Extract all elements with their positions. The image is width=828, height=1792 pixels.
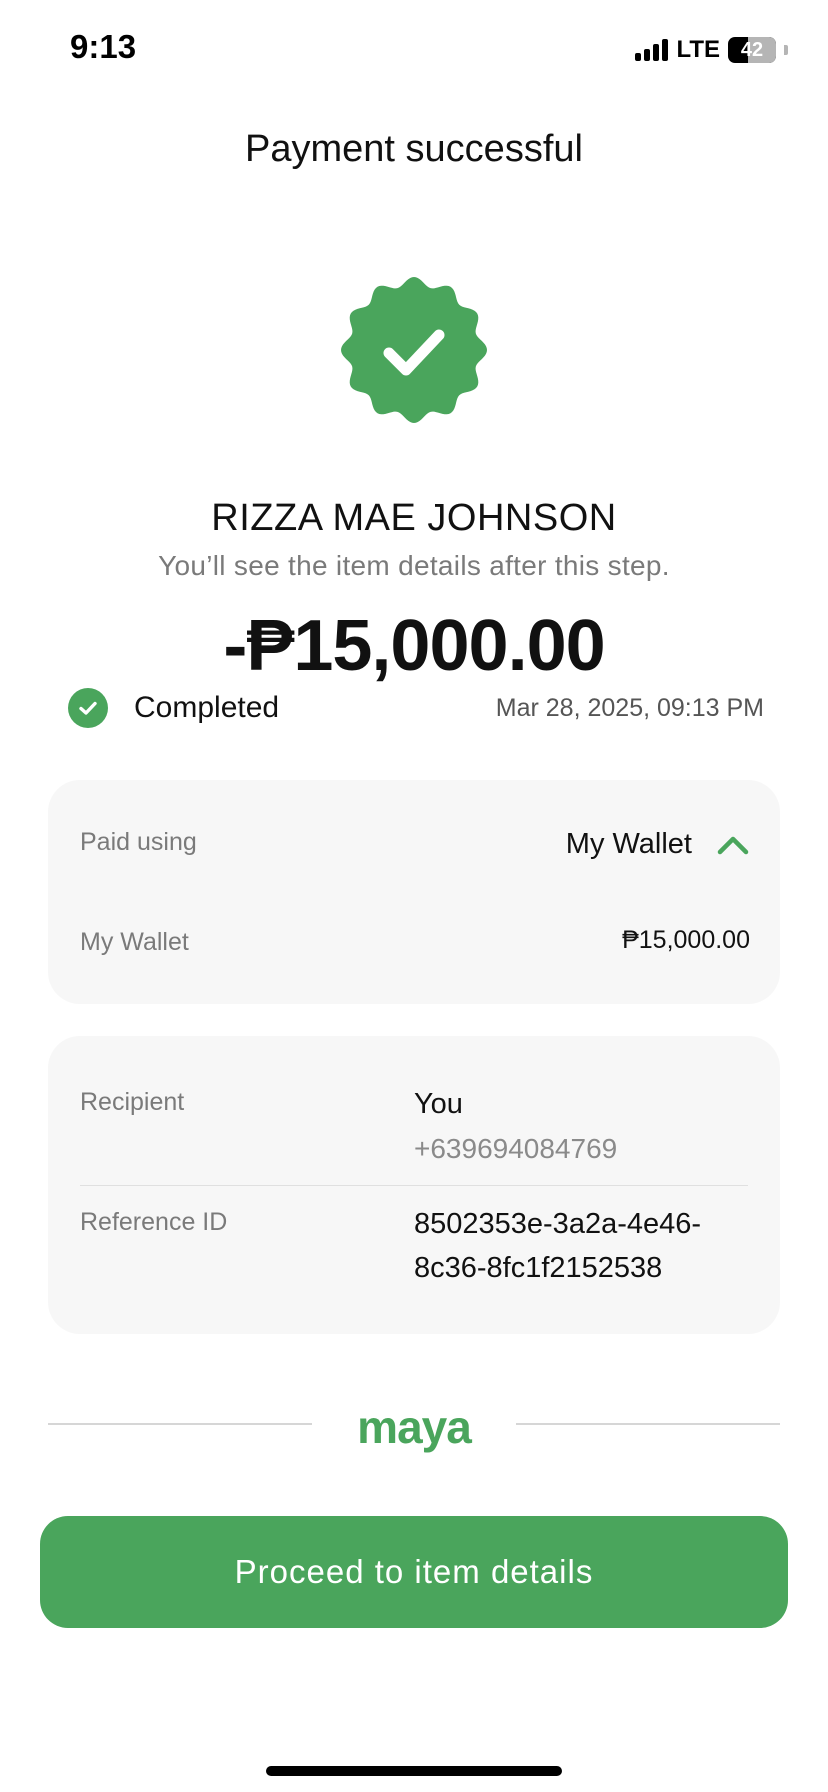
check-circle-icon	[68, 688, 108, 728]
verified-check-badge-icon	[341, 277, 487, 423]
recipient-label: Recipient	[80, 1088, 185, 1116]
brand-divider: maya	[48, 1400, 780, 1453]
recipient-name: You	[414, 1088, 463, 1120]
wallet-source-label: My Wallet	[80, 928, 189, 956]
paid-using-value: My Wallet	[565, 828, 692, 860]
payee-name: RIZZA MAE JOHNSON	[211, 497, 617, 539]
wallet-source-amount: ₱15,000.00	[622, 926, 750, 954]
info-hint: You’ll see the item details after this s…	[158, 550, 670, 581]
recipient-number: +639694084769	[414, 1133, 618, 1164]
payment-breakdown-toggle[interactable]: My Wallet	[566, 828, 750, 861]
signal-icon	[635, 39, 669, 61]
divider-line-right	[516, 1423, 780, 1425]
paid-using-label: Paid using	[80, 828, 197, 856]
battery-icon: 42	[728, 37, 776, 63]
transaction-amount: -₱15,000.00	[223, 606, 605, 686]
battery-tip	[784, 45, 788, 55]
reference-id-value[interactable]: 8502353e-3a2a-4e46-8c36-8fc1f2152538	[414, 1202, 754, 1290]
payment-success-screen: 9:13 LTE 42 Payment successful RIZZA MAE…	[0, 0, 828, 1792]
status-group: Completed	[68, 688, 279, 728]
battery-level: 42	[740, 38, 764, 61]
transaction-status-row: Completed Mar 28, 2025, 09:13 PM	[68, 686, 764, 730]
page-title: Payment successful	[245, 128, 583, 170]
proceed-to-item-details-button[interactable]: Proceed to item details	[40, 1516, 788, 1628]
payment-method-card: Paid using My Wallet My Wallet ₱15,000.0…	[48, 780, 780, 1004]
status-label: Completed	[134, 691, 280, 724]
maya-logo: maya	[357, 1401, 472, 1453]
chevron-up-icon	[717, 836, 749, 854]
reference-id-label: Reference ID	[80, 1208, 228, 1236]
transaction-datetime: Mar 28, 2025, 09:13 PM	[495, 693, 764, 722]
status-icons: LTE 42	[635, 36, 788, 64]
status-time: 9:13	[70, 28, 137, 65]
details-divider	[80, 1185, 748, 1186]
transaction-details-card: Recipient You +639694084769 Reference ID…	[48, 1036, 780, 1334]
home-indicator[interactable]	[266, 1766, 562, 1776]
network-label: LTE	[676, 36, 720, 63]
